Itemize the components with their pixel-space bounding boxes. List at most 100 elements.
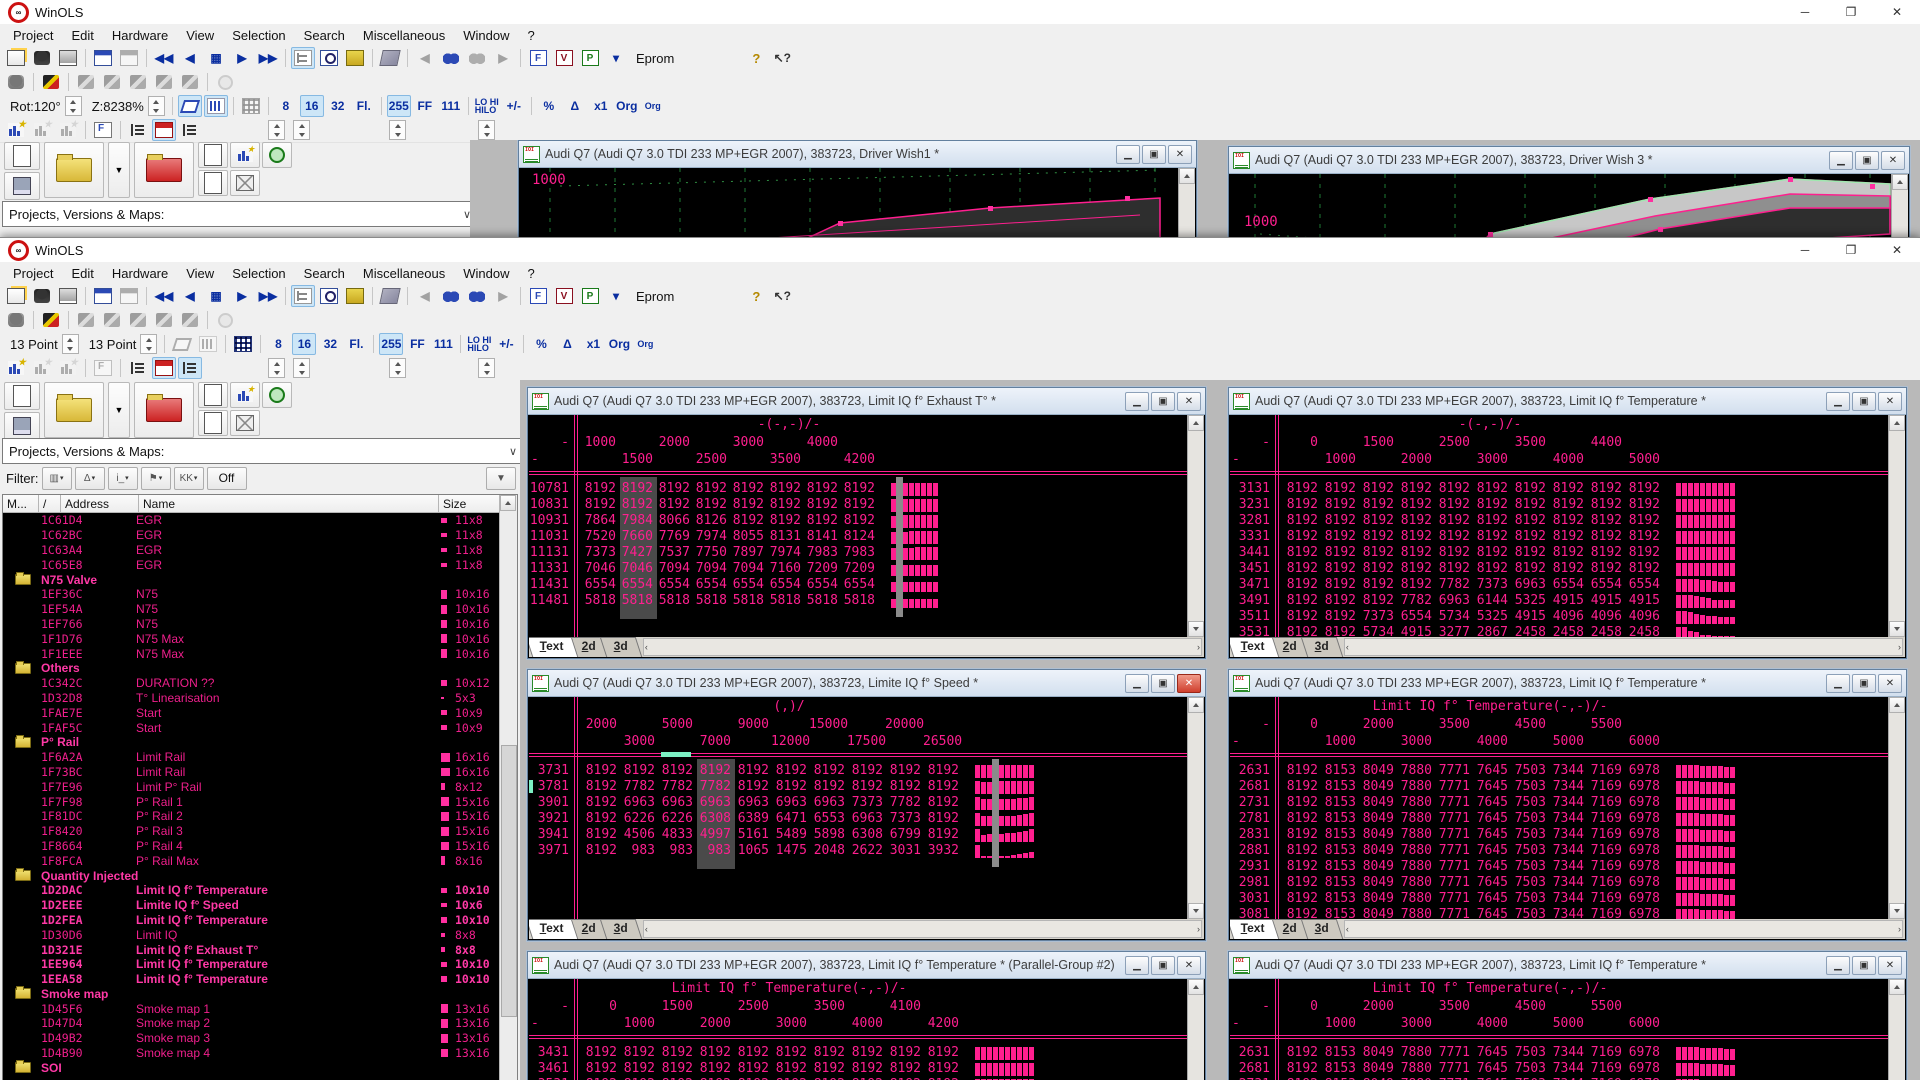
data-cell[interactable]: 7169 (1586, 827, 1622, 842)
data-cell[interactable]: 8192 (1472, 561, 1508, 576)
data-cell[interactable]: 5818 (618, 593, 653, 608)
interpolation-x-spinner-spinner[interactable] (62, 334, 79, 354)
data-cell[interactable]: 8192 (847, 779, 883, 794)
offset-spinner-down[interactable] (479, 368, 494, 377)
data-cell[interactable]: 8192 (809, 779, 845, 794)
data-cell[interactable]: 7046 (618, 561, 653, 576)
data-cell[interactable]: 5818 (729, 593, 764, 608)
data-cell[interactable]: 8192 (657, 763, 693, 778)
data-cell[interactable]: 8049 (1358, 763, 1394, 778)
data-cell[interactable]: 8049 (1358, 795, 1394, 810)
data-cell[interactable]: 7094 (655, 561, 690, 576)
map-row[interactable]: 1F8664P° Rail 415x16 (3, 839, 500, 854)
data-cell[interactable]: 8192 (1510, 545, 1546, 560)
data-cell[interactable]: 8192 (1548, 497, 1584, 512)
data-cell[interactable]: 7645 (1472, 1061, 1508, 1076)
rotation-spinner-spinner[interactable] (65, 96, 82, 116)
data-cell[interactable]: 7503 (1510, 875, 1546, 890)
data-cell[interactable]: 7169 (1586, 843, 1622, 858)
paste-function-icon[interactable] (91, 119, 115, 141)
context-help-button[interactable]: ↖? (770, 285, 794, 307)
data-cell[interactable]: 7503 (1510, 907, 1546, 919)
close-button[interactable]: ✕ (1168, 145, 1192, 164)
data-cell[interactable]: 6799 (885, 827, 921, 842)
data-cell[interactable]: 8192 (1396, 513, 1432, 528)
map-wizard3-icon[interactable] (56, 119, 80, 141)
data-cell[interactable]: 7771 (1434, 907, 1470, 919)
map-text-view[interactable]: (,)/200050009000150002000030007000120001… (529, 697, 1188, 919)
map-row[interactable]: 1C61D4EGR11x8 (3, 513, 500, 528)
data-cell[interactable]: 8049 (1358, 907, 1394, 919)
data-cell[interactable]: 8192 (1586, 529, 1622, 544)
value-spinner-down[interactable] (390, 130, 405, 139)
data-cell[interactable]: 8192 (1282, 625, 1318, 637)
data-cell[interactable]: 6554 (1586, 577, 1622, 592)
data-cell[interactable]: 8192 (766, 513, 801, 528)
data-cell[interactable]: 7094 (729, 561, 764, 576)
data-cell[interactable]: 8192 (1320, 529, 1356, 544)
next-map-button[interactable]: ▶ (230, 285, 254, 307)
eraser-icon[interactable] (378, 47, 402, 69)
data-cell[interactable]: 7771 (1434, 843, 1470, 858)
data-cell[interactable]: 8192 (1510, 497, 1546, 512)
data-cell[interactable]: 8192 (1548, 513, 1584, 528)
data-cell[interactable]: 8192 (1624, 513, 1660, 528)
rotation-spinner-spinner-down[interactable] (66, 106, 81, 115)
maximize-button[interactable]: ▣ (1855, 151, 1879, 170)
menu-[interactable]: ? (519, 264, 544, 283)
data-cell[interactable]: 8124 (840, 529, 875, 544)
data-cell[interactable]: 8192 (847, 1061, 883, 1076)
menu-hardware[interactable]: Hardware (103, 26, 177, 45)
axis-y-spinner-up[interactable] (294, 121, 309, 130)
tab-text[interactable]: Text (1230, 919, 1279, 939)
data-cell[interactable]: 8153 (1320, 843, 1356, 858)
data-cell[interactable]: 6978 (1624, 843, 1660, 858)
map-wizard2-icon[interactable] (30, 119, 54, 141)
data-cell[interactable]: 7373 (1358, 609, 1394, 624)
map-row[interactable]: 1D4B90Smoke map 413x16 (3, 1046, 500, 1061)
width-16bit-button[interactable]: 16 (292, 333, 316, 355)
data-cell[interactable]: 8126 (692, 513, 727, 528)
filter-off-button[interactable]: Off (207, 467, 247, 490)
data-cell[interactable]: 4833 (657, 827, 693, 842)
menu-view[interactable]: View (177, 26, 223, 45)
minimize-button[interactable]: ▁ (1829, 151, 1853, 170)
highlight-lamp-icon[interactable] (213, 309, 237, 331)
data-cell[interactable]: 8192 (1472, 513, 1508, 528)
data-cell[interactable]: 8192 (1472, 481, 1508, 496)
data-cell[interactable]: 8192 (766, 481, 801, 496)
data-cell[interactable]: 8192 (1548, 561, 1584, 576)
data-cell[interactable]: 8192 (885, 1045, 921, 1060)
format-dropdown-button[interactable]: ▾ (604, 285, 628, 307)
data-cell[interactable]: 7771 (1434, 1061, 1470, 1076)
view-parameters-icon[interactable]: P (578, 47, 602, 69)
offset-spinner[interactable] (478, 358, 495, 378)
offset-spinner-up[interactable] (479, 359, 494, 368)
map-window-speed[interactable]: Audi Q7 (Audi Q7 3.0 TDI 233 MP+EGR 2007… (527, 669, 1206, 941)
data-cell[interactable]: 8192 (1282, 891, 1318, 906)
folder-row[interactable]: Smoke map (3, 987, 500, 1002)
data-cell[interactable]: 8192 (618, 497, 653, 512)
data-cell[interactable]: 5325 (1510, 593, 1546, 608)
eprom-selector[interactable]: Eprom (630, 289, 680, 304)
view-functions-icon[interactable]: F (526, 47, 550, 69)
back-button[interactable]: ◀ (413, 47, 437, 69)
data-cell[interactable]: 6963 (1510, 577, 1546, 592)
data-cell[interactable]: 8192 (923, 795, 959, 810)
data-cell[interactable]: 7880 (1396, 843, 1432, 858)
restore-button[interactable]: ❐ (1828, 0, 1874, 24)
tree-view-icon[interactable] (291, 47, 315, 69)
data-cell[interactable]: 3277 (1434, 625, 1470, 637)
data-cell[interactable]: 7645 (1472, 811, 1508, 826)
map-text-view[interactable]: -(-,-)/--01500250035004400-1000200030004… (1230, 415, 1889, 637)
menu-search[interactable]: Search (295, 26, 354, 45)
scroll-up-button[interactable] (1889, 979, 1905, 995)
data-cell[interactable]: 2458 (1510, 625, 1546, 637)
data-cell[interactable]: 8192 (657, 1061, 693, 1076)
data-cell[interactable]: 4915 (1624, 593, 1660, 608)
previous-map-button[interactable]: ◀ (178, 285, 202, 307)
data-cell[interactable]: 8153 (1320, 827, 1356, 842)
filter-info-button[interactable]: i_▾ (108, 467, 138, 490)
data-cell[interactable]: 6978 (1624, 1045, 1660, 1060)
map-text-view[interactable]: Limit IQ f° Temperature(-,-)/--020003500… (1230, 697, 1889, 919)
